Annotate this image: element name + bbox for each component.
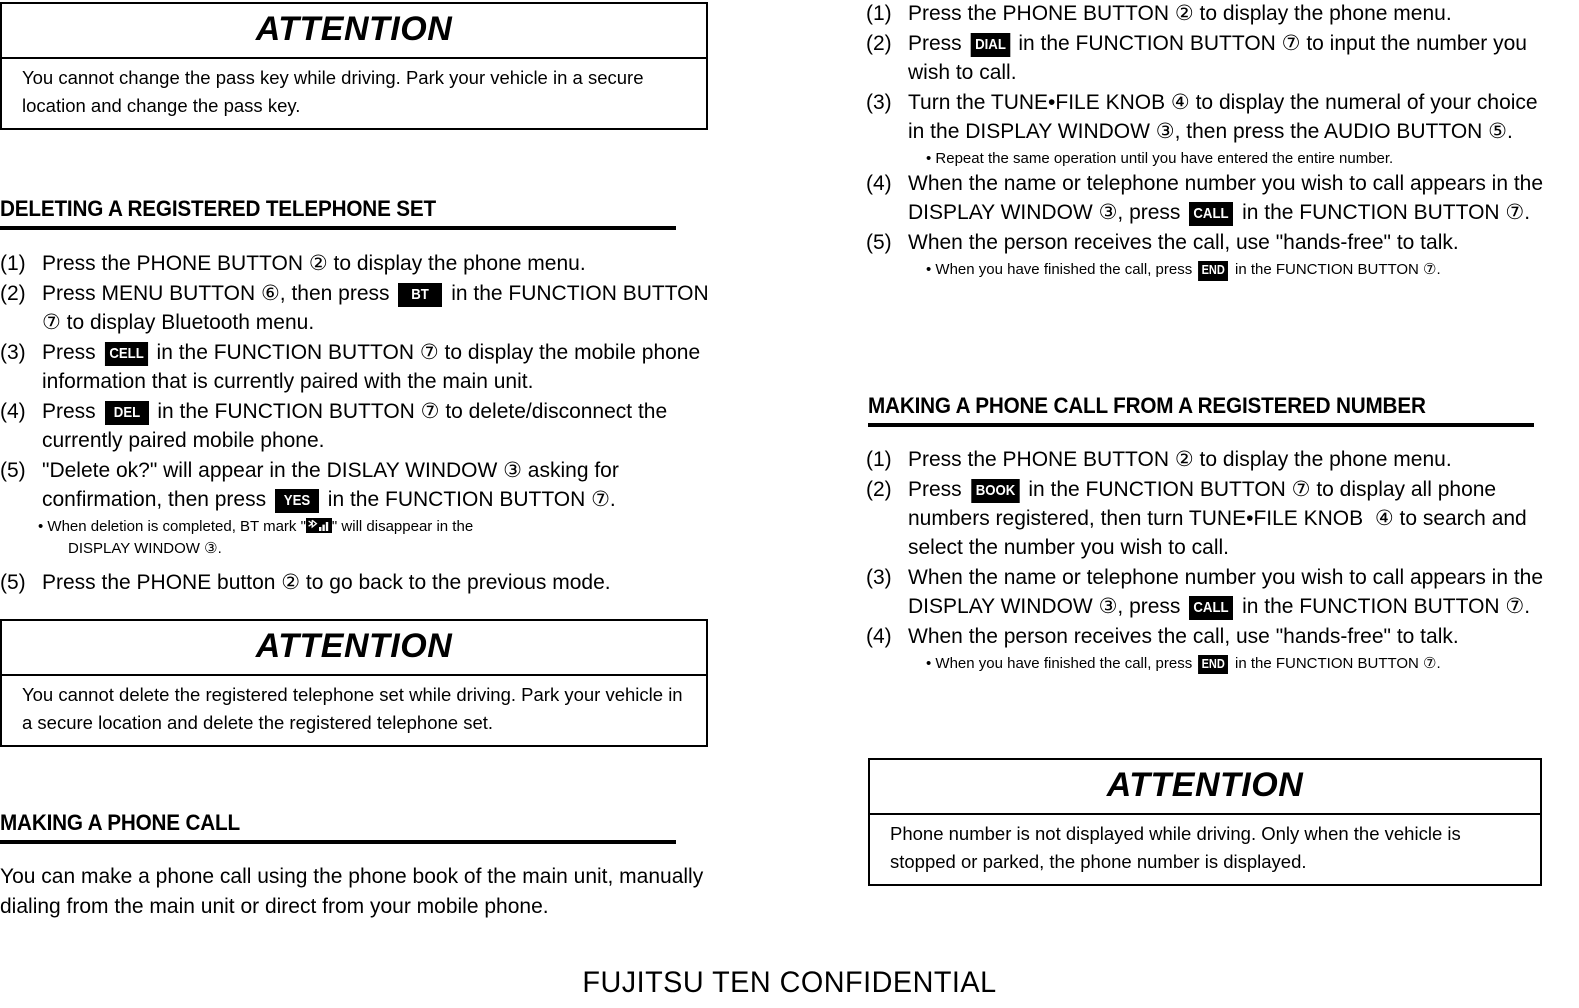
step-number: (1) [0, 252, 26, 275]
step-item: (5) Press the PHONE button ② to go back … [0, 569, 716, 598]
step-text: When the person receives the call, use "… [908, 231, 1459, 255]
step-text: When the person receives the call, use "… [908, 624, 1459, 648]
step-item: (3) When the name or telephone number you… [866, 564, 1556, 622]
step-number: (2) [0, 281, 26, 305]
del-key-badge[interactable]: DEL [104, 400, 149, 425]
step-number: (5) [0, 570, 26, 594]
dial-key-badge[interactable]: DIAL [970, 32, 1010, 57]
step-item: (4) Press DEL in the FUNCTION BUTTON ⑦ to… [0, 398, 716, 456]
attention-box-phone-number-display: ATTENTION Phone number is not displayed … [868, 758, 1542, 887]
attention-body: Phone number is not displayed while driv… [890, 822, 1461, 873]
step-number: (4) [866, 172, 892, 196]
note-text-after: in the FUNCTION BUTTON ⑦. [1230, 261, 1441, 279]
step-number: (1) [866, 448, 892, 471]
step-text: Press BOOK in the FUNCTION BUTTON ⑦ to d… [908, 477, 1527, 559]
step-text: Turn the TUNE•FILE KNOB ④ to display the… [908, 90, 1538, 143]
step-number: (2) [866, 477, 892, 501]
step-number: (3) [866, 565, 892, 589]
attention-body: You cannot delete the registered telepho… [22, 683, 683, 734]
note-text-before: • When you have finished the call, press [926, 261, 1197, 279]
step-number: (4) [866, 624, 892, 648]
attention-box-delete-telephone: ATTENTION You cannot delete the register… [0, 619, 708, 748]
section-title: MAKING A PHONE CALL FROM A REGISTERED NU… [868, 393, 1426, 418]
step-item: (5) When the person receives the call, us… [866, 229, 1556, 258]
step-text: Press DEL in the FUNCTION BUTTON ⑦ to de… [42, 399, 668, 452]
cell-key-badge[interactable]: CELL [104, 341, 148, 366]
making-call-paragraph: You can make a phone call using the phon… [0, 865, 704, 918]
call-key-badge[interactable]: CALL [1189, 202, 1234, 227]
step-text: Press the PHONE BUTTON ② to display the … [42, 252, 586, 275]
step-item: (1) Press the PHONE BUTTON ② to display t… [0, 250, 716, 279]
step-number: (3) [0, 340, 26, 364]
step-number: (5) [0, 458, 26, 482]
note-repeat-operation: • Repeat the same operation until you ha… [926, 149, 1394, 167]
step-text: When the name or telephone number you wi… [908, 565, 1544, 620]
step-list-cont: (4) When the name or telephone number you… [866, 170, 1556, 258]
step-item: (2) Press BOOK in the FUNCTION BUTTON ⑦ t… [866, 476, 1556, 563]
step-number: (1) [866, 2, 892, 25]
step-text: Press DIAL in the FUNCTION BUTTON ⑦ to i… [908, 31, 1527, 84]
step-list: (1) Press the PHONE BUTTON ② to display t… [866, 446, 1556, 652]
note-text-after: " will disappear in the [331, 517, 474, 535]
note-end-call: • When you have finished the call, press… [866, 653, 1556, 676]
step-number: (5) [866, 231, 892, 255]
steps-dial: (1) Press the PHONE BUTTON ② to display t… [866, 0, 1556, 282]
step-text: Press the PHONE BUTTON ② to display the … [908, 2, 1452, 25]
step-item: (1) Press the PHONE BUTTON ② to display t… [866, 0, 1556, 29]
note-text-before: • When deletion is completed, BT mark " [38, 517, 306, 535]
step-list-final: (5) Press the PHONE button ② to go back … [0, 569, 716, 598]
steps-registered: (1) Press the PHONE BUTTON ② to display t… [866, 446, 1556, 675]
note-text-before: • When you have finished the call, press [926, 654, 1197, 672]
note-text-after: in the FUNCTION BUTTON ⑦. [1230, 654, 1441, 672]
attention-title: ATTENTION [2, 4, 706, 59]
step-number: (2) [866, 31, 892, 55]
step-item: (3) Turn the TUNE•FILE KNOB ④ to display … [866, 89, 1556, 147]
step-list: (1) Press the PHONE BUTTON ② to display t… [0, 250, 716, 515]
confidential-footer: FUJITSU TEN CONFIDENTIAL [582, 966, 997, 999]
step-item: (4) When the name or telephone number you… [866, 170, 1556, 228]
section-header-deleting: DELETING A REGISTERED TELEPHONE SET [0, 196, 676, 230]
step-item: (1) Press the PHONE BUTTON ② to display t… [866, 446, 1556, 475]
heading-rule [0, 225, 676, 230]
step-item: (2) Press DIAL in the FUNCTION BUTTON ⑦ t… [866, 30, 1556, 88]
note-bt-mark-disappear: • When deletion is completed, BT mark " "… [0, 516, 716, 539]
step-list: (1) Press the PHONE BUTTON ② to display t… [866, 0, 1556, 147]
note-end-call: • When you have finished the call, press… [866, 259, 1556, 282]
step-item: (5) "Delete ok?" will appear in the DISLA… [0, 457, 716, 515]
step-item: (3) Press CELL in the FUNCTION BUTTON ⑦ t… [0, 339, 716, 397]
book-key-badge[interactable]: BOOK [970, 478, 1020, 503]
step-text: Press the PHONE BUTTON ② to display the … [908, 448, 1452, 471]
manual-page: ATTENTION You cannot change the pass key… [0, 0, 1579, 1008]
bluetooth-signal-mark-icon [305, 517, 332, 533]
end-key-badge[interactable]: END [1198, 261, 1229, 281]
heading-rule [868, 422, 1534, 427]
end-key-badge[interactable]: END [1198, 654, 1229, 675]
step-text: Press the PHONE button ② to go back to t… [42, 570, 611, 594]
note-display-window: DISPLAY WINDOW ③. [68, 540, 222, 558]
step-item: (4) When the person receives the call, us… [866, 623, 1556, 652]
steps-deleting: (1) Press the PHONE BUTTON ② to display t… [0, 250, 716, 599]
step-text: Press MENU BUTTON ⑥, then press BT in th… [42, 281, 709, 334]
bt-key-badge[interactable]: BT [398, 282, 443, 307]
step-text: When the name or telephone number you wi… [908, 172, 1544, 227]
section-header-registered-number: MAKING A PHONE CALL FROM A REGISTERED NU… [868, 393, 1534, 427]
attention-title: ATTENTION [2, 621, 706, 676]
attention-title: ATTENTION [870, 760, 1540, 815]
section-title: DELETING A REGISTERED TELEPHONE SET [0, 196, 436, 221]
step-text: "Delete ok?" will appear in the DISLAY W… [42, 458, 619, 513]
call-key-badge[interactable]: CALL [1189, 595, 1234, 620]
step-number: (4) [0, 399, 26, 423]
section-title: MAKING A PHONE CALL [0, 810, 240, 835]
step-item: (2) Press MENU BUTTON ⑥, then press BT in… [0, 280, 716, 338]
step-number: (3) [866, 90, 892, 114]
yes-key-badge[interactable]: YES [274, 488, 319, 513]
attention-body: You cannot change the pass key while dri… [22, 66, 644, 117]
section-header-making-call: MAKING A PHONE CALL [0, 810, 676, 844]
heading-rule [0, 839, 676, 844]
attention-box-pass-key: ATTENTION You cannot change the pass key… [0, 2, 708, 131]
step-text: Press CELL in the FUNCTION BUTTON ⑦ to d… [42, 340, 701, 393]
